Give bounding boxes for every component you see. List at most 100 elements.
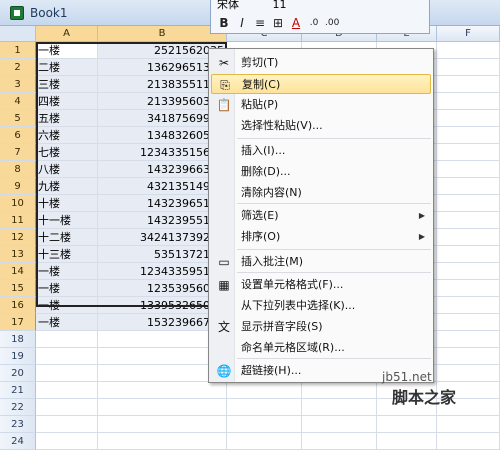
cell-b[interactable] — [98, 382, 227, 399]
row-header[interactable]: 15 — [0, 280, 36, 297]
cell-e[interactable] — [377, 433, 437, 450]
menu-item[interactable]: ▦ 设置单元格格式(F)... — [211, 275, 431, 295]
cell-a[interactable]: 一楼 — [36, 42, 98, 59]
menu-item[interactable]: 删除(D)... — [211, 162, 431, 182]
menu-item[interactable]: ▭ 插入批注(M) — [211, 252, 431, 272]
row-header[interactable]: 10 — [0, 195, 36, 212]
cell-a[interactable]: 十楼 — [36, 195, 98, 212]
cell-f[interactable] — [437, 297, 500, 314]
menu-item[interactable]: 从下拉列表中选择(K)... — [211, 296, 431, 316]
row-header[interactable]: 24 — [0, 433, 36, 450]
cell-f[interactable] — [437, 365, 500, 382]
cell-a[interactable]: 十三楼 — [36, 246, 98, 263]
menu-item[interactable]: 选择性粘贴(V)... — [211, 116, 431, 136]
row-header[interactable]: 22 — [0, 399, 36, 416]
cell-f[interactable] — [437, 178, 500, 195]
cell-f[interactable] — [437, 263, 500, 280]
cell-e[interactable] — [377, 416, 437, 433]
cell-a[interactable]: 二楼 — [36, 59, 98, 76]
row-header[interactable]: 17 — [0, 314, 36, 331]
cell-a[interactable]: 一楼 — [36, 297, 98, 314]
cell-a[interactable] — [36, 433, 98, 450]
menu-item[interactable]: 排序(O) ▶ — [211, 227, 431, 247]
cell-d[interactable] — [302, 433, 377, 450]
row-header[interactable]: 1 — [0, 42, 36, 59]
cell-f[interactable] — [437, 280, 500, 297]
cell-f[interactable] — [437, 127, 500, 144]
row-header[interactable]: 7 — [0, 144, 36, 161]
cell-a[interactable]: 十二楼 — [36, 229, 98, 246]
cell-a[interactable]: 一楼 — [36, 263, 98, 280]
increase-decimal-button[interactable]: .0 — [307, 18, 321, 28]
menu-item[interactable]: 清除内容(N) — [211, 183, 431, 203]
select-all-corner[interactable] — [0, 26, 36, 42]
row-header[interactable]: 19 — [0, 348, 36, 365]
row-header[interactable]: 18 — [0, 331, 36, 348]
cell-f[interactable] — [437, 416, 500, 433]
row-header[interactable]: 14 — [0, 263, 36, 280]
row-header[interactable]: 4 — [0, 93, 36, 110]
cell-f[interactable] — [437, 161, 500, 178]
cell-d[interactable] — [302, 399, 377, 416]
column-header-f[interactable]: F — [437, 26, 500, 42]
italic-button[interactable]: I — [235, 16, 249, 30]
cell-f[interactable] — [437, 42, 500, 59]
cell-a[interactable]: 五楼 — [36, 110, 98, 127]
cell-a[interactable] — [36, 399, 98, 416]
row-header[interactable]: 8 — [0, 161, 36, 178]
row-header[interactable]: 23 — [0, 416, 36, 433]
cell-c[interactable] — [227, 399, 302, 416]
cell-a[interactable] — [36, 416, 98, 433]
menu-item[interactable]: ⎘ 复制(C) — [211, 74, 431, 94]
cell-a[interactable]: 三楼 — [36, 76, 98, 93]
cell-f[interactable] — [437, 331, 500, 348]
row-header[interactable]: 11 — [0, 212, 36, 229]
cell-f[interactable] — [437, 433, 500, 450]
cell-a[interactable] — [36, 348, 98, 365]
cell-c[interactable] — [227, 382, 302, 399]
column-header-a[interactable]: A — [36, 26, 98, 42]
cell-f[interactable] — [437, 59, 500, 76]
cell-f[interactable] — [437, 76, 500, 93]
cell-f[interactable] — [437, 212, 500, 229]
row-header[interactable]: 13 — [0, 246, 36, 263]
cell-d[interactable] — [302, 382, 377, 399]
menu-item[interactable]: 命名单元格区域(R)... — [211, 338, 431, 358]
row-header[interactable]: 5 — [0, 110, 36, 127]
align-center-button[interactable]: ≡ — [253, 16, 267, 30]
font-color-button[interactable]: A — [289, 16, 303, 30]
cell-f[interactable] — [437, 348, 500, 365]
row-header[interactable]: 9 — [0, 178, 36, 195]
row-header[interactable]: 3 — [0, 76, 36, 93]
cell-c[interactable] — [227, 433, 302, 450]
cell-d[interactable] — [302, 416, 377, 433]
cell-f[interactable] — [437, 229, 500, 246]
cell-f[interactable] — [437, 110, 500, 127]
row-header[interactable]: 16 — [0, 297, 36, 314]
font-name-field[interactable]: 宋体 — [217, 0, 239, 11]
row-header[interactable]: 6 — [0, 127, 36, 144]
row-header[interactable]: 21 — [0, 382, 36, 399]
cell-a[interactable]: 九楼 — [36, 178, 98, 195]
cell-f[interactable] — [437, 314, 500, 331]
decrease-decimal-button[interactable]: .00 — [325, 18, 339, 28]
cell-a[interactable]: 七楼 — [36, 144, 98, 161]
bold-button[interactable]: B — [217, 16, 231, 30]
cell-a[interactable]: 一楼 — [36, 314, 98, 331]
row-header[interactable]: 20 — [0, 365, 36, 382]
cell-f[interactable] — [437, 93, 500, 110]
menu-item[interactable]: 插入(I)... — [211, 141, 431, 161]
cell-a[interactable] — [36, 331, 98, 348]
borders-button[interactable]: ⊞ — [271, 16, 285, 30]
cell-a[interactable] — [36, 365, 98, 382]
row-header[interactable]: 12 — [0, 229, 36, 246]
cell-f[interactable] — [437, 246, 500, 263]
menu-item[interactable]: 📋 粘贴(P) — [211, 95, 431, 115]
menu-item[interactable]: ✂ 剪切(T) — [211, 53, 431, 73]
cell-a[interactable]: 十一楼 — [36, 212, 98, 229]
menu-item[interactable]: 筛选(E) ▶ — [211, 206, 431, 226]
cell-b[interactable] — [98, 433, 227, 450]
cell-c[interactable] — [227, 416, 302, 433]
cell-f[interactable] — [437, 195, 500, 212]
cell-b[interactable] — [98, 416, 227, 433]
